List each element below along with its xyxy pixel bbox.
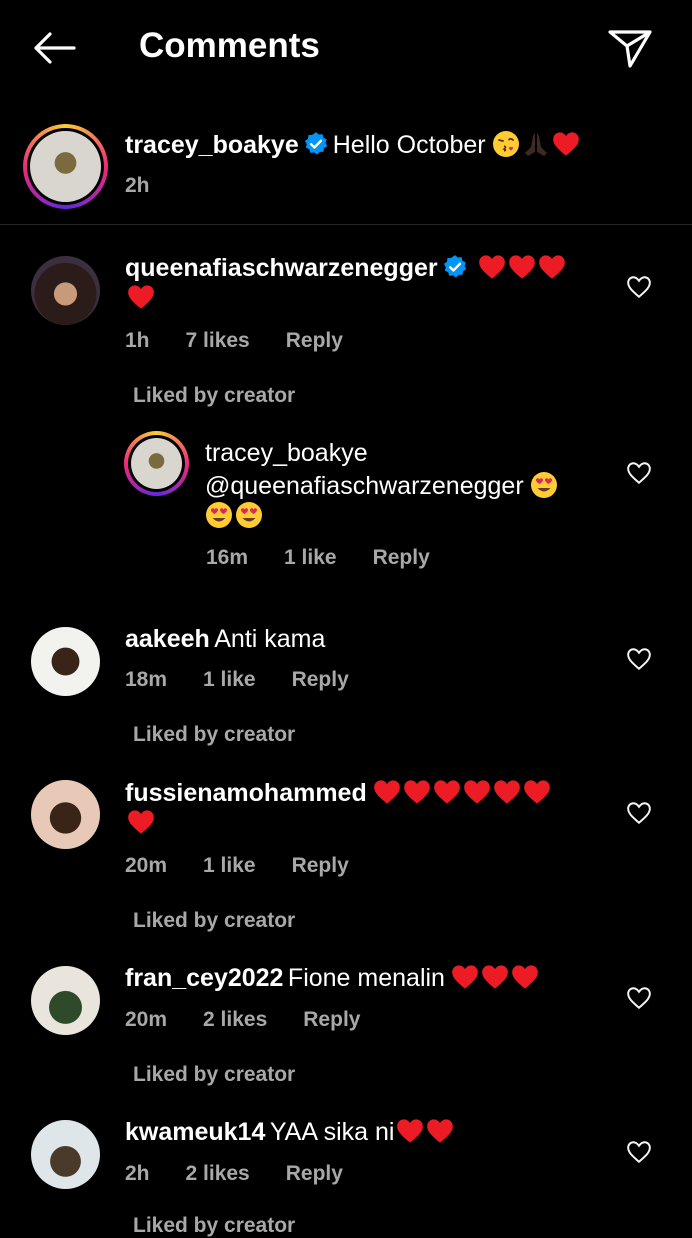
reply-button[interactable]: Reply	[292, 854, 349, 877]
post-caption: Hello October	[332, 131, 486, 159]
reply-username[interactable]: tracey_boakye	[205, 439, 368, 467]
reply-text-cont	[205, 501, 263, 537]
verified-badge-icon	[442, 254, 468, 280]
comment-time: 1h	[125, 329, 150, 352]
comment-time: 20m	[125, 1008, 168, 1031]
comment-text: Anti kama	[214, 625, 326, 653]
red-heart-emoji-icon	[396, 1117, 424, 1145]
send-icon[interactable]	[606, 26, 654, 70]
liked-by-creator: Liked by creator	[133, 1214, 296, 1237]
heart-eyes-emoji-icon	[235, 501, 263, 529]
reply-button[interactable]: Reply	[303, 1008, 360, 1031]
post-time: 2h	[125, 174, 150, 197]
reply-mention[interactable]: @queenafiaschwarzenegger	[205, 472, 524, 500]
red-heart-emoji-icon	[552, 130, 580, 158]
like-heart-icon[interactable]	[626, 275, 652, 299]
post-author-avatar[interactable]	[23, 124, 108, 209]
like-heart-icon[interactable]	[626, 1140, 652, 1164]
comment-meta: 2h 2 likes Reply	[125, 1162, 379, 1186]
red-heart-emoji-icon	[433, 778, 461, 806]
comment-username[interactable]: queenafiaschwarzenegger	[125, 254, 438, 282]
reply-time: 16m	[206, 546, 249, 569]
comment-line-cont	[125, 283, 155, 319]
red-heart-emoji-icon	[127, 808, 155, 836]
liked-by-creator: Liked by creator	[133, 723, 296, 746]
red-heart-emoji-icon	[403, 778, 431, 806]
comment-likes[interactable]: 1 like	[203, 668, 256, 691]
verified-badge-icon	[303, 131, 329, 157]
red-heart-emoji-icon	[127, 283, 155, 311]
praying-hands-emoji-icon	[522, 130, 550, 158]
reply-button[interactable]: Reply	[286, 1162, 343, 1185]
comment-username[interactable]: fran_cey2022	[125, 964, 283, 992]
comment-meta: 18m 1 like Reply	[125, 668, 385, 692]
comment-line: aakeeh Anti kama	[125, 622, 325, 660]
red-heart-emoji-icon	[508, 253, 536, 281]
comment-line: fran_cey2022 Fione menalin	[125, 961, 539, 999]
comment-username[interactable]: aakeeh	[125, 625, 210, 653]
comment-line: kwameuk14 YAA sika ni	[125, 1115, 454, 1153]
comment-username[interactable]: fussienamohammed	[125, 779, 367, 807]
reply-meta: 16m 1 like Reply	[206, 546, 466, 570]
red-heart-emoji-icon	[493, 778, 521, 806]
red-heart-emoji-icon	[373, 778, 401, 806]
comment-time: 18m	[125, 668, 168, 691]
comment-line: queenafiaschwarzenegger	[125, 251, 566, 289]
comment-text: YAA sika ni	[269, 1118, 395, 1146]
comment-likes[interactable]: 2 likes	[203, 1008, 267, 1031]
comment-avatar[interactable]	[31, 1120, 100, 1189]
post-username[interactable]: tracey_boakye	[125, 131, 299, 159]
like-heart-icon[interactable]	[626, 461, 652, 485]
red-heart-emoji-icon	[451, 963, 479, 991]
comment-line: fussienamohammed	[125, 776, 551, 814]
liked-by-creator: Liked by creator	[133, 1063, 296, 1086]
divider	[0, 224, 692, 225]
page-title: Comments	[139, 26, 320, 65]
comment-likes[interactable]: 2 likes	[186, 1162, 250, 1185]
like-heart-icon[interactable]	[626, 986, 652, 1010]
comment-time: 2h	[125, 1162, 150, 1185]
comment-line-cont	[125, 808, 155, 844]
comment-username[interactable]: kwameuk14	[125, 1118, 265, 1146]
red-heart-emoji-icon	[538, 253, 566, 281]
comment-meta: 20m 1 like Reply	[125, 854, 385, 878]
heart-eyes-emoji-icon	[530, 471, 558, 499]
reply-button[interactable]: Reply	[292, 668, 349, 691]
red-heart-emoji-icon	[523, 778, 551, 806]
comment-avatar[interactable]	[31, 256, 100, 325]
heart-eyes-emoji-icon	[205, 501, 233, 529]
kissing-face-emoji-icon	[492, 130, 520, 158]
red-heart-emoji-icon	[481, 963, 509, 991]
reply-button[interactable]: Reply	[373, 546, 430, 569]
comment-avatar[interactable]	[31, 966, 100, 1035]
like-heart-icon[interactable]	[626, 801, 652, 825]
comment-meta: 20m 2 likes Reply	[125, 1008, 396, 1032]
comment-likes[interactable]: 7 likes	[186, 329, 250, 352]
back-arrow-icon[interactable]	[30, 30, 78, 66]
reply-likes[interactable]: 1 like	[284, 546, 337, 569]
avatar-image	[30, 131, 101, 202]
avatar-image	[131, 438, 182, 489]
liked-by-creator: Liked by creator	[133, 384, 296, 407]
reply-button[interactable]: Reply	[286, 329, 343, 352]
comment-meta: 1h 7 likes Reply	[125, 329, 379, 353]
red-heart-emoji-icon	[478, 253, 506, 281]
comment-likes[interactable]: 1 like	[203, 854, 256, 877]
comment-time: 20m	[125, 854, 168, 877]
comment-avatar[interactable]	[31, 627, 100, 696]
red-heart-emoji-icon	[511, 963, 539, 991]
top-bar	[0, 0, 692, 96]
like-heart-icon[interactable]	[626, 647, 652, 671]
post-caption-line: tracey_boakye Hello October	[125, 128, 580, 166]
liked-by-creator: Liked by creator	[133, 909, 296, 932]
comment-avatar[interactable]	[31, 780, 100, 849]
comment-text: Fione menalin	[287, 964, 445, 992]
red-heart-emoji-icon	[463, 778, 491, 806]
red-heart-emoji-icon	[426, 1117, 454, 1145]
reply-avatar[interactable]	[124, 431, 189, 496]
